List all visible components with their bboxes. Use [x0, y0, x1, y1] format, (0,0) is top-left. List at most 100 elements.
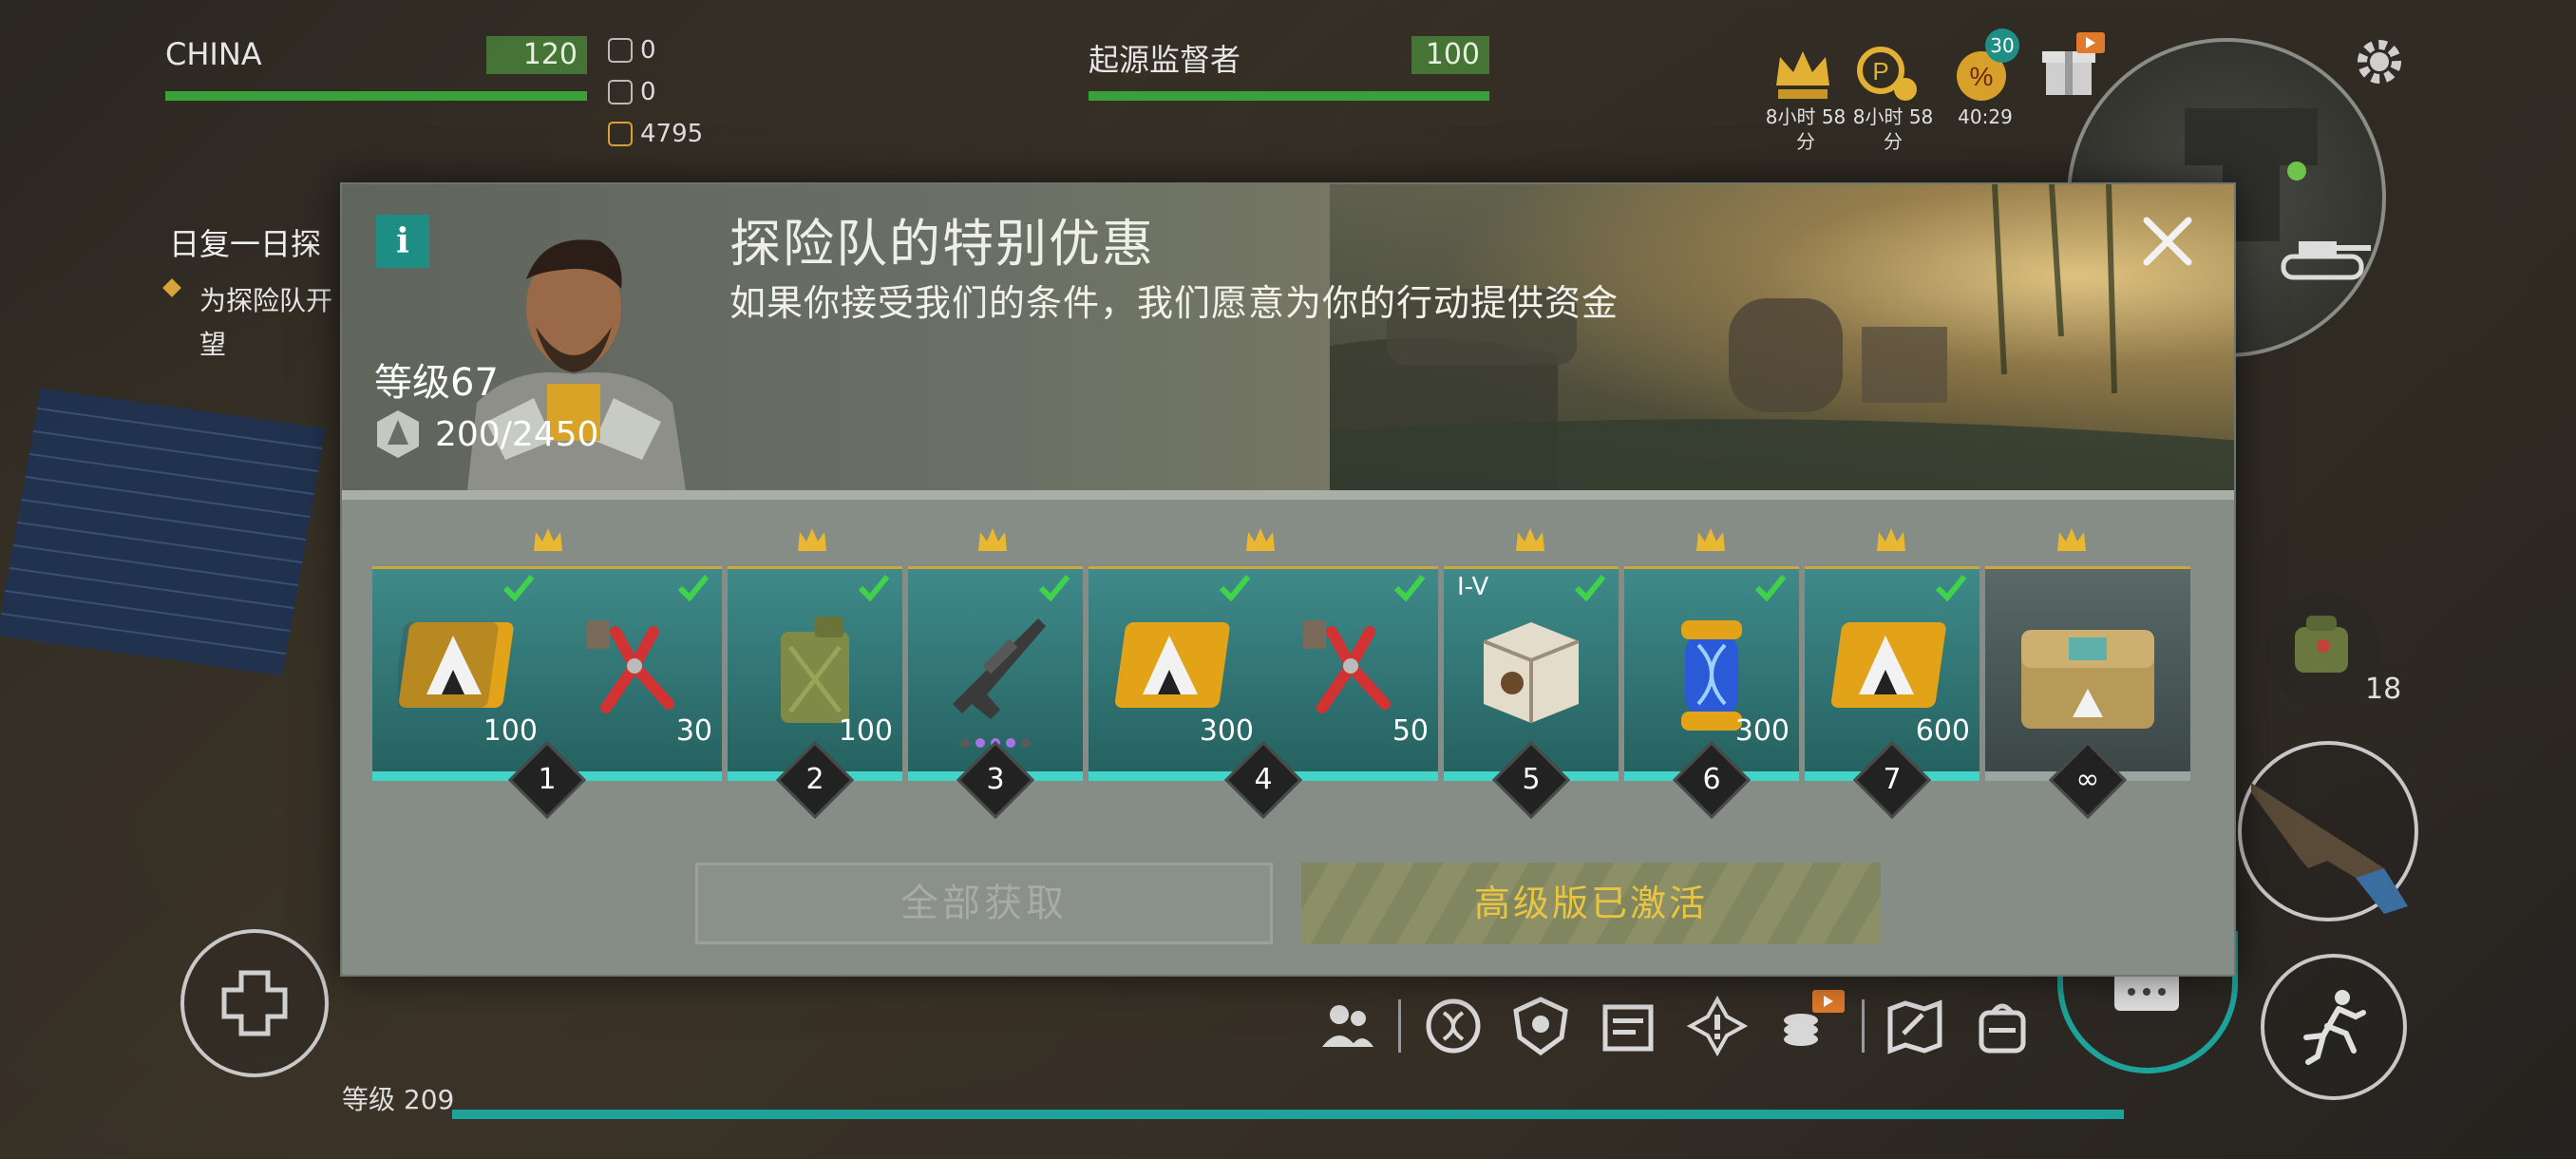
tier-number-5: 5 — [1522, 763, 1541, 796]
tier-number-infinite: ∞ — [2075, 763, 2100, 796]
crown-icon — [2057, 528, 2086, 551]
player-hp-2: 100 — [1411, 36, 1489, 74]
swamp-scene-illustration — [1330, 184, 2234, 490]
dna-icon[interactable] — [1423, 996, 1484, 1056]
reward-item[interactable]: 300 — [1089, 579, 1263, 769]
backpack-count: 18 — [2365, 673, 2402, 706]
adidas-token-icon — [1114, 622, 1230, 708]
svg-text:P: P — [1872, 57, 1888, 86]
rifle-ak-icon — [2251, 783, 2408, 914]
crown-icon — [534, 528, 562, 551]
tier-number-4: 4 — [1254, 763, 1273, 796]
checkmark-icon — [1935, 575, 1967, 601]
checkmark-icon — [1754, 575, 1787, 601]
tier-number-1: 1 — [538, 763, 557, 796]
discount-badge: 30 — [1985, 28, 2019, 63]
vehicle-tank-icon[interactable] — [2270, 228, 2375, 294]
chat-bubble-icon — [2114, 973, 2179, 1011]
weapon-button[interactable] — [2238, 741, 2418, 922]
backpack-icon — [2295, 616, 2348, 673]
player-xp-bar — [452, 1110, 2124, 1119]
banner-swamp-scene — [1330, 184, 2234, 490]
claim-all-button[interactable]: 全部获取 — [695, 863, 1273, 944]
quest-line-2: 望 — [199, 329, 227, 360]
crown-icon — [1516, 528, 1544, 551]
flag-icon — [608, 38, 633, 63]
checkmark-icon — [1393, 575, 1426, 601]
plus-icon — [221, 970, 288, 1036]
vip-crown-icon[interactable] — [1767, 38, 1839, 110]
scroll-icon — [608, 80, 633, 104]
solar-panel — [0, 388, 326, 676]
checkmark-icon — [858, 575, 890, 601]
backpack-button[interactable] — [2266, 593, 2380, 707]
tier-number-2: 2 — [805, 763, 824, 796]
reward-item[interactable]: 100 — [372, 579, 547, 769]
player-hp-bar-1 — [165, 91, 587, 101]
checkmark-icon — [1038, 575, 1070, 601]
player-hp-1: 120 — [486, 36, 587, 74]
commander-xp: 200/2450 — [374, 408, 598, 460]
commander-level: 等级67 — [374, 361, 499, 405]
player-level-label: 等级 209 — [342, 1084, 455, 1115]
close-icon[interactable] — [2130, 203, 2206, 279]
resource-flags: 0 — [608, 36, 656, 65]
tier-number-3: 3 — [986, 763, 1005, 796]
add-button[interactable] — [180, 929, 329, 1077]
player-hp-bar-2 — [1089, 91, 1489, 101]
coin-icon — [608, 122, 633, 146]
reward-item[interactable]: 50 — [1263, 579, 1438, 769]
crown-icon — [1696, 528, 1725, 551]
premium-activated-label: 高级版已激活 — [1301, 863, 1881, 944]
timer-2: 8小时 58 分 — [1852, 105, 1934, 153]
info-button[interactable]: i — [376, 215, 429, 268]
crown-icon — [1877, 528, 1905, 551]
bottom-bar-divider — [1398, 999, 1401, 1053]
quest-bullet-icon — [162, 278, 181, 297]
resource-coins: 4795 — [608, 120, 703, 148]
crown-icon — [798, 528, 826, 551]
player-name-2: 起源监督者 — [1089, 42, 1241, 78]
xp-hexagon-icon — [377, 410, 419, 458]
bottom-bar-divider — [1862, 999, 1865, 1053]
expedition-offer-dialog: i 等级67 200/2450 探险队的特别优惠 如果你接受我们的条件，我们愿意… — [340, 182, 2236, 977]
crown-icon — [1246, 528, 1275, 551]
banner-separator — [342, 490, 2234, 500]
quest-title[interactable]: 日复一日探 — [169, 220, 321, 264]
backpack-inventory-icon[interactable] — [1972, 996, 2033, 1056]
checkmark-icon — [1574, 575, 1606, 601]
timer-3: 40:29 — [1958, 105, 2013, 128]
rifle-icon — [953, 618, 1046, 719]
quest-line-1: 为探险队开 — [199, 285, 333, 316]
tier-number-6: 6 — [1702, 763, 1721, 796]
pliers-icon — [587, 620, 674, 713]
offer-description: 如果你接受我们的条件，我们愿意为你的行动提供资金 — [729, 282, 1619, 324]
crate-icon — [1483, 622, 1580, 723]
offer-banner: i 等级67 200/2450 探险队的特别优惠 如果你接受我们的条件，我们愿意… — [342, 184, 2234, 490]
checkmark-icon — [677, 575, 710, 601]
sprint-button[interactable] — [2261, 954, 2407, 1100]
jerrycan-icon — [781, 617, 849, 723]
running-man-icon — [2303, 990, 2366, 1065]
checkmark-icon — [502, 575, 535, 601]
friends-icon[interactable] — [1316, 996, 1377, 1056]
coin-offer-icon[interactable]: P — [1852, 38, 1924, 110]
events-board-icon[interactable] — [1598, 996, 1658, 1056]
pliers-icon — [1303, 620, 1391, 713]
adidas-token-icon — [1830, 622, 1946, 708]
tier-number-7: 7 — [1883, 763, 1902, 796]
alert-compass-icon[interactable] — [1687, 996, 1748, 1056]
map-icon[interactable] — [1885, 996, 1945, 1056]
player-name-1: CHINA — [165, 36, 262, 72]
coins-video-icon[interactable] — [1776, 986, 1848, 1058]
checkmark-icon — [1219, 575, 1251, 601]
crown-icon — [978, 528, 1007, 551]
svg-text:%: % — [1970, 62, 1994, 91]
clan-shield-icon[interactable] — [1510, 996, 1571, 1056]
reward-item[interactable]: 30 — [547, 579, 722, 769]
premium-crown-row — [342, 526, 2234, 560]
chest-icon — [2021, 630, 2154, 729]
adidas-token-icon — [398, 622, 514, 708]
offer-title: 探险队的特别优惠 — [729, 214, 1155, 274]
resource-scrolls: 0 — [608, 78, 656, 106]
